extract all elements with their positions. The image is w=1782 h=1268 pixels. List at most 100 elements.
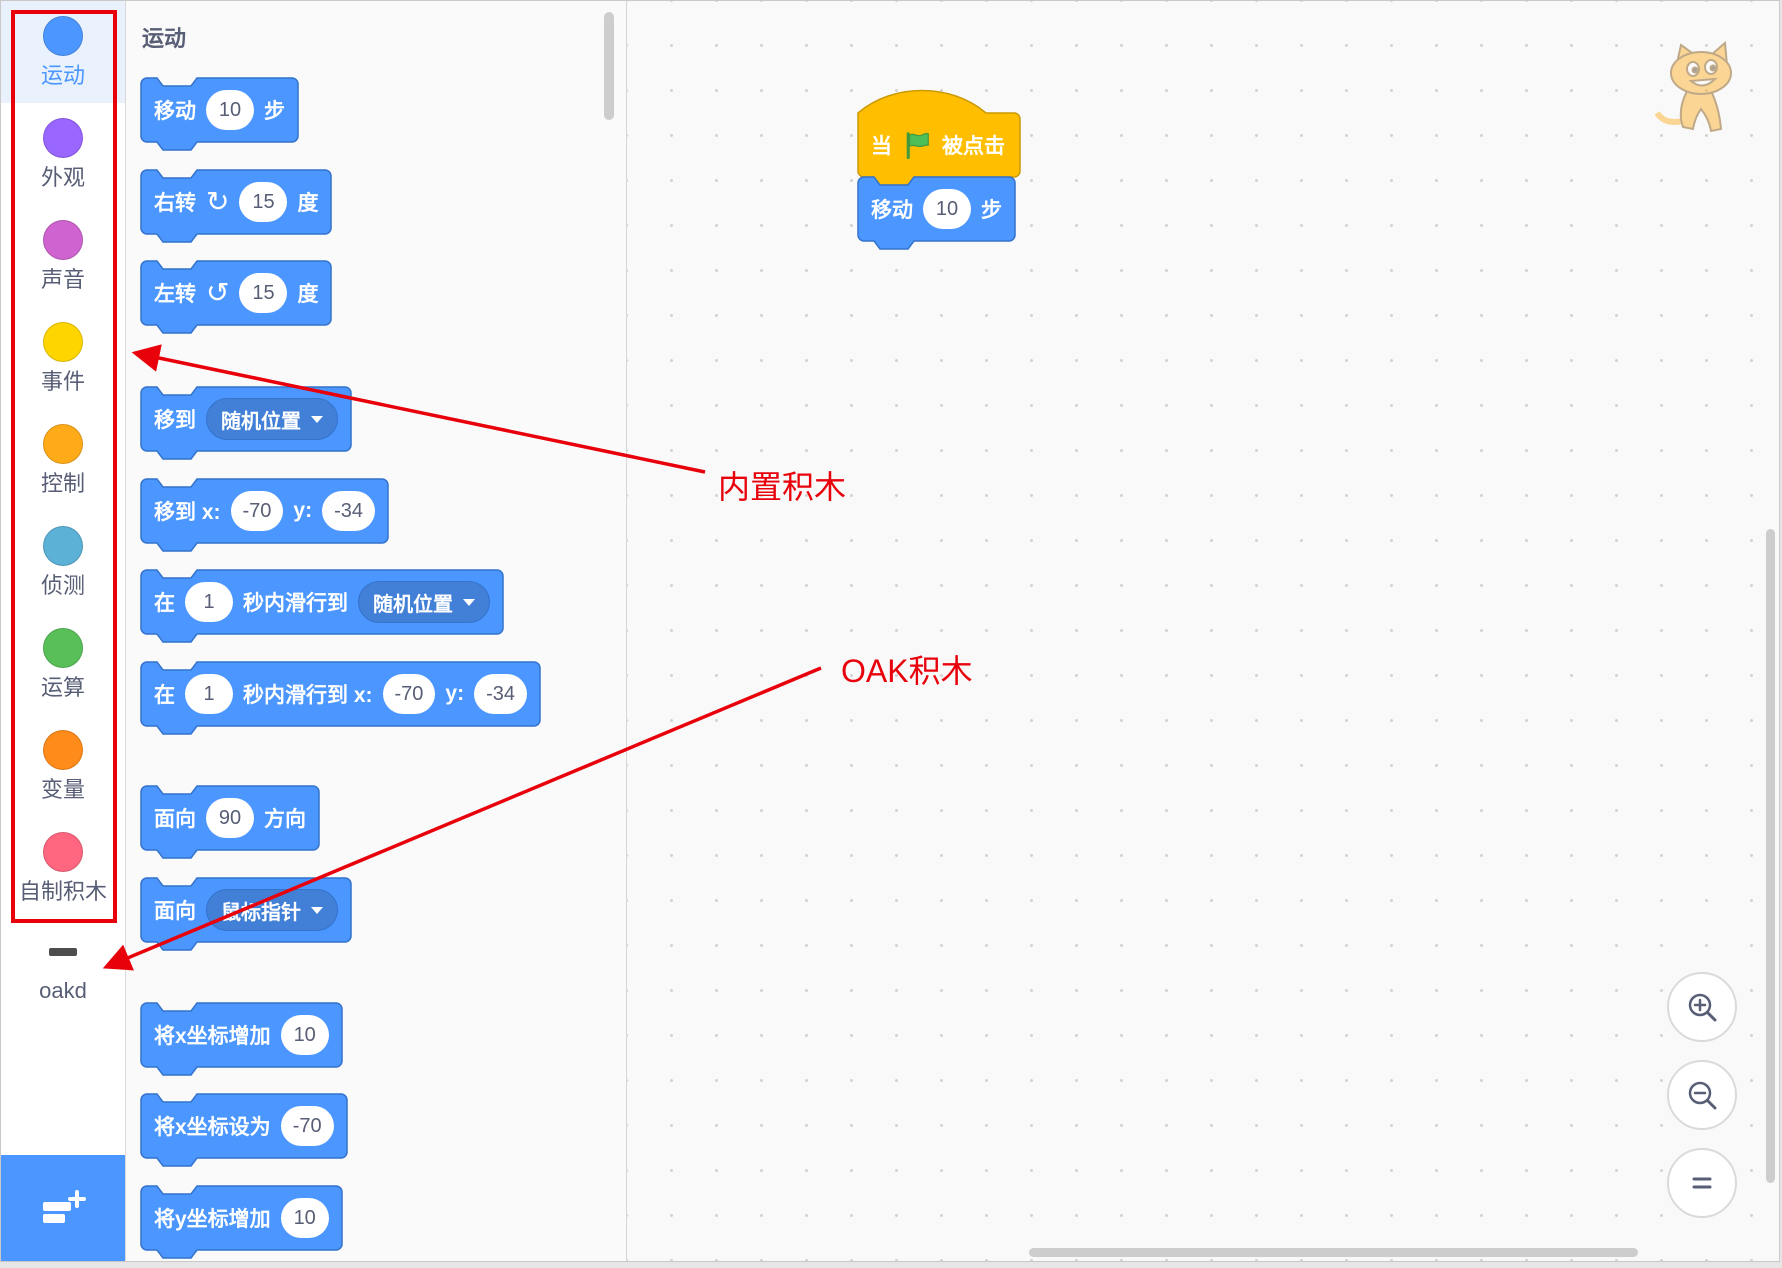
- palette-scrollbar[interactable]: [604, 12, 614, 120]
- category-motion[interactable]: 运动: [1, 1, 125, 103]
- dropdown-value: 随机位置: [221, 410, 301, 433]
- number-input[interactable]: -70: [382, 674, 436, 714]
- category-color-dot: [43, 322, 83, 362]
- category-label: 变量: [40, 777, 85, 802]
- block-text: 秒内滑行到: [243, 592, 348, 615]
- number-input[interactable]: -34: [474, 674, 528, 714]
- number-input[interactable]: 15: [239, 273, 288, 313]
- category-label: 运动: [40, 63, 85, 88]
- rotate-left-icon: ↺: [206, 277, 230, 308]
- script-block[interactable]: 移动 10 步: [857, 176, 1016, 250]
- block-text: 度: [297, 192, 319, 215]
- category-color-dot: [43, 730, 83, 770]
- number-input[interactable]: 1: [185, 674, 233, 714]
- scratch-cat-icon: [1654, 41, 1732, 133]
- number-input[interactable]: 90: [206, 798, 254, 838]
- category-color-dot: [43, 220, 83, 260]
- rotate-right-icon: ↻: [206, 186, 230, 217]
- zoom-out-button[interactable]: [1667, 1060, 1737, 1130]
- category-operators[interactable]: 运算: [1, 613, 125, 715]
- number-input[interactable]: 10: [280, 1198, 329, 1238]
- block-text: 度: [297, 283, 319, 306]
- palette-block[interactable]: 面向 90 方向: [140, 785, 320, 859]
- annotation-builtin-blocks: 内置积木: [718, 469, 847, 505]
- palette-block[interactable]: 在 1 秒内滑行到 x: -70 y: -34: [140, 661, 541, 735]
- number-input[interactable]: -34: [322, 491, 376, 531]
- zoom-reset-button[interactable]: [1667, 1148, 1737, 1218]
- add-extension-button[interactable]: [1, 1155, 125, 1261]
- dropdown-value: 随机位置: [373, 593, 453, 616]
- block-text: 移动: [154, 100, 196, 123]
- category-sound[interactable]: 声音: [1, 205, 125, 307]
- palette-block[interactable]: 移动 10 步: [140, 77, 299, 151]
- category-events[interactable]: 事件: [1, 307, 125, 409]
- add-extension-icon: [43, 1190, 86, 1223]
- block-text: 方向: [264, 808, 306, 831]
- category-label: 运算: [40, 675, 85, 700]
- block-text: 右转: [154, 192, 196, 215]
- category-my-blocks[interactable]: 自制积木: [1, 817, 125, 919]
- number-input[interactable]: -70: [280, 1106, 334, 1146]
- palette-block[interactable]: 移到 随机位置: [140, 386, 352, 460]
- oakd-device-icon: [49, 948, 77, 956]
- block-text: 当: [871, 135, 892, 158]
- dropdown-arrow-icon: [463, 598, 475, 606]
- category-color-dot: [43, 118, 83, 158]
- block-text: y:: [445, 682, 465, 705]
- code-workspace[interactable]: 当 被点击 移动 10 步: [627, 1, 1779, 1261]
- block-text: 移到 x:: [154, 501, 221, 524]
- number-input[interactable]: 1: [185, 582, 233, 622]
- palette-block[interactable]: 左转 ↺ 15 度: [140, 260, 332, 334]
- palette-block[interactable]: 将y坐标增加 10: [140, 1185, 343, 1259]
- block-text: 将y坐标增加: [154, 1208, 271, 1231]
- number-input[interactable]: 10: [923, 189, 971, 229]
- category-color-dot: [43, 424, 83, 464]
- category-oakd[interactable]: oakd: [1, 939, 125, 1004]
- number-input[interactable]: 15: [239, 182, 288, 222]
- category-control[interactable]: 控制: [1, 409, 125, 511]
- block-text: 移到: [154, 409, 196, 432]
- block-text: 左转: [154, 283, 196, 306]
- workspace-horizontal-scrollbar[interactable]: [1029, 1248, 1638, 1257]
- block-text: 面向: [154, 900, 196, 923]
- number-input[interactable]: 10: [280, 1015, 329, 1055]
- palette-block[interactable]: 将x坐标设为 -70: [140, 1093, 348, 1167]
- category-looks[interactable]: 外观: [1, 103, 125, 205]
- dropdown-menu[interactable]: 随机位置: [358, 581, 490, 623]
- category-color-dot: [43, 628, 83, 668]
- palette-section-title: 运动: [142, 26, 187, 51]
- dropdown-menu[interactable]: 随机位置: [206, 398, 338, 440]
- hat-block-when-flag-clicked[interactable]: 当 被点击: [857, 89, 1021, 186]
- zoom-reset-icon: [1692, 1177, 1712, 1189]
- dropdown-arrow-icon: [311, 415, 323, 423]
- category-sensing[interactable]: 侦测: [1, 511, 125, 613]
- number-input[interactable]: -70: [230, 491, 284, 531]
- dropdown-menu[interactable]: 鼠标指针: [206, 889, 338, 931]
- block-text: y:: [293, 499, 313, 522]
- category-variables[interactable]: 变量: [1, 715, 125, 817]
- category-label: 侦测: [40, 573, 85, 598]
- category-color-dot: [43, 526, 83, 566]
- category-label: oakd: [39, 978, 87, 1003]
- palette-block[interactable]: 在 1 秒内滑行到 随机位置: [140, 569, 504, 643]
- category-menu: 运动 外观 声音 事件 控制 侦测 运算 变量 自制积木 oakd: [1, 1, 126, 1261]
- palette-block[interactable]: 面向 鼠标指针: [140, 877, 352, 951]
- block-text: 将x坐标设为: [154, 1116, 271, 1139]
- number-input[interactable]: 10: [206, 90, 254, 130]
- block-text: 在: [154, 592, 175, 615]
- green-flag-icon: [902, 130, 932, 160]
- palette-block[interactable]: 右转 ↻ 15 度: [140, 169, 332, 243]
- workspace-vertical-scrollbar[interactable]: [1766, 529, 1775, 1183]
- category-label: 声音: [40, 267, 85, 292]
- annotation-oak-blocks: OAK积木: [841, 653, 973, 689]
- block-text: 移动: [871, 199, 913, 222]
- dropdown-value: 鼠标指针: [221, 901, 301, 924]
- palette-block[interactable]: 将x坐标增加 10: [140, 1002, 343, 1076]
- category-color-dot: [43, 832, 83, 872]
- category-label: 外观: [40, 165, 85, 190]
- block-text: 被点击: [942, 135, 1005, 158]
- zoom-in-button[interactable]: [1667, 972, 1737, 1042]
- palette-block[interactable]: 移到 x: -70 y: -34: [140, 478, 389, 552]
- zoom-in-icon: [1688, 993, 1717, 1022]
- dropdown-arrow-icon: [311, 906, 323, 914]
